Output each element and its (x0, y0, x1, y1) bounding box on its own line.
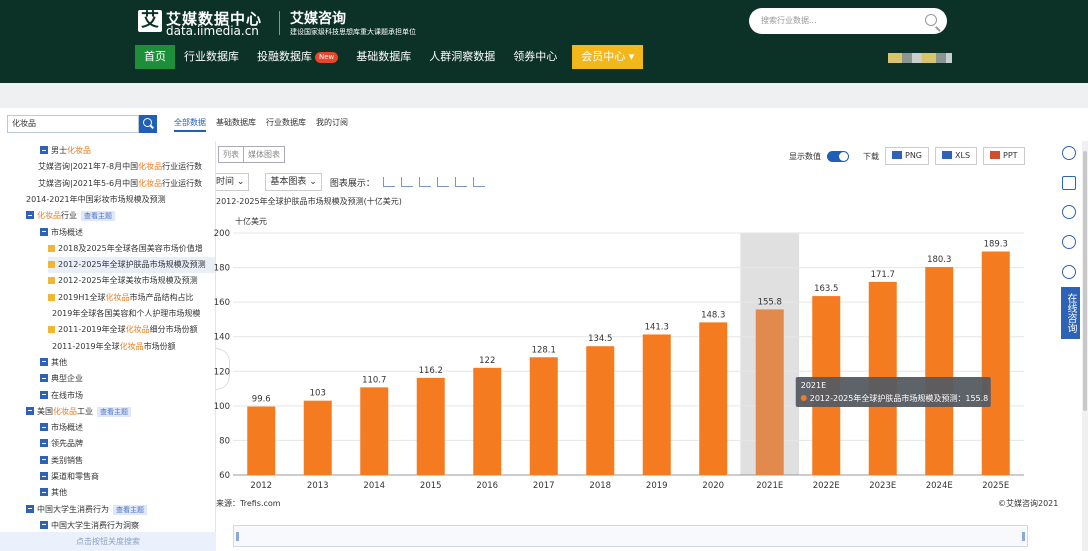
data-label: 141.3 (645, 322, 669, 332)
x-tick-label: 2020 (702, 481, 724, 491)
data-label: 163.5 (814, 284, 838, 294)
data-label: 128.1 (532, 345, 556, 355)
data-label: 110.7 (362, 375, 386, 385)
data-label: 99.6 (252, 395, 271, 405)
y-tick-label: 200 (214, 229, 230, 239)
y-tick-label: 120 (214, 367, 230, 377)
data-label: 180.3 (927, 255, 951, 265)
data-source: 来源：Trefis.com (216, 499, 281, 508)
bar[interactable] (247, 406, 276, 475)
bar[interactable] (360, 387, 389, 475)
bell-icon[interactable] (1062, 205, 1076, 219)
x-tick-label: 2014 (363, 481, 385, 491)
range-end-handle[interactable] (1022, 532, 1025, 541)
y-tick-label: 60 (219, 471, 230, 481)
x-tick-label: 2015 (420, 481, 442, 491)
bar[interactable] (416, 377, 445, 475)
bar[interactable] (473, 367, 502, 475)
bar[interactable] (925, 267, 954, 475)
x-tick-label: 2018 (589, 481, 611, 491)
x-tick-label: 2012 (250, 481, 272, 491)
bar[interactable] (303, 400, 332, 475)
bar[interactable] (981, 251, 1010, 475)
x-tick-label: 2023E (869, 481, 896, 491)
x-tick-label: 2013 (307, 481, 329, 491)
number-icon[interactable] (1062, 176, 1076, 190)
x-tick-label: 2016 (476, 481, 498, 491)
data-label: 122 (479, 356, 495, 366)
data-label: 189.3 (984, 239, 1008, 249)
bar[interactable] (586, 346, 615, 475)
settings-icon[interactable] (1062, 146, 1076, 160)
data-label: 134.5 (588, 334, 612, 344)
x-tick-label: 2017 (533, 481, 555, 491)
tooltip-label: 2012-2025年全球护肤品市场规模及预测：155.8 (810, 393, 989, 403)
bar[interactable] (755, 309, 784, 475)
x-tick-label: 2025E (982, 481, 1009, 491)
x-tick-label: 2022E (813, 481, 840, 491)
bar[interactable] (529, 357, 558, 475)
data-label: 103 (310, 389, 326, 399)
range-start-handle[interactable] (236, 532, 239, 541)
online-consult-button[interactable]: 在线咨询 (1061, 287, 1080, 339)
data-label: 171.7 (871, 270, 895, 280)
data-label: 116.2 (419, 366, 443, 376)
x-tick-label: 2021E (756, 481, 783, 491)
share-icon[interactable] (1062, 235, 1076, 249)
bar[interactable] (699, 322, 728, 475)
y-tick-label: 140 (214, 333, 230, 343)
y-tick-label: 80 (219, 436, 230, 446)
x-tick-label: 2019 (646, 481, 668, 491)
data-label: 148.3 (701, 310, 725, 320)
y-tick-label: 160 (214, 298, 230, 308)
page-scrollbar[interactable] (1082, 141, 1088, 551)
y-axis-label: 十亿美元 (235, 216, 267, 226)
time-range-slider[interactable] (233, 525, 1028, 547)
y-tick-label: 180 (214, 264, 230, 274)
bar[interactable] (642, 334, 671, 475)
cc-icon[interactable] (1062, 265, 1076, 279)
y-tick-label: 100 (214, 402, 230, 412)
tooltip-dot (800, 395, 807, 401)
scrollbar-thumb[interactable] (1083, 151, 1087, 411)
bar-chart: 60 80 100 120 140 160 180 200 十亿美元 99.6 2012 103 201… (214, 216, 1024, 491)
x-tick-label: 2024E (926, 481, 953, 491)
tooltip-title: 2021E (801, 381, 826, 390)
data-label: 155.8 (758, 297, 782, 307)
copyright: ©艾媒咨询2021 (998, 499, 1059, 508)
